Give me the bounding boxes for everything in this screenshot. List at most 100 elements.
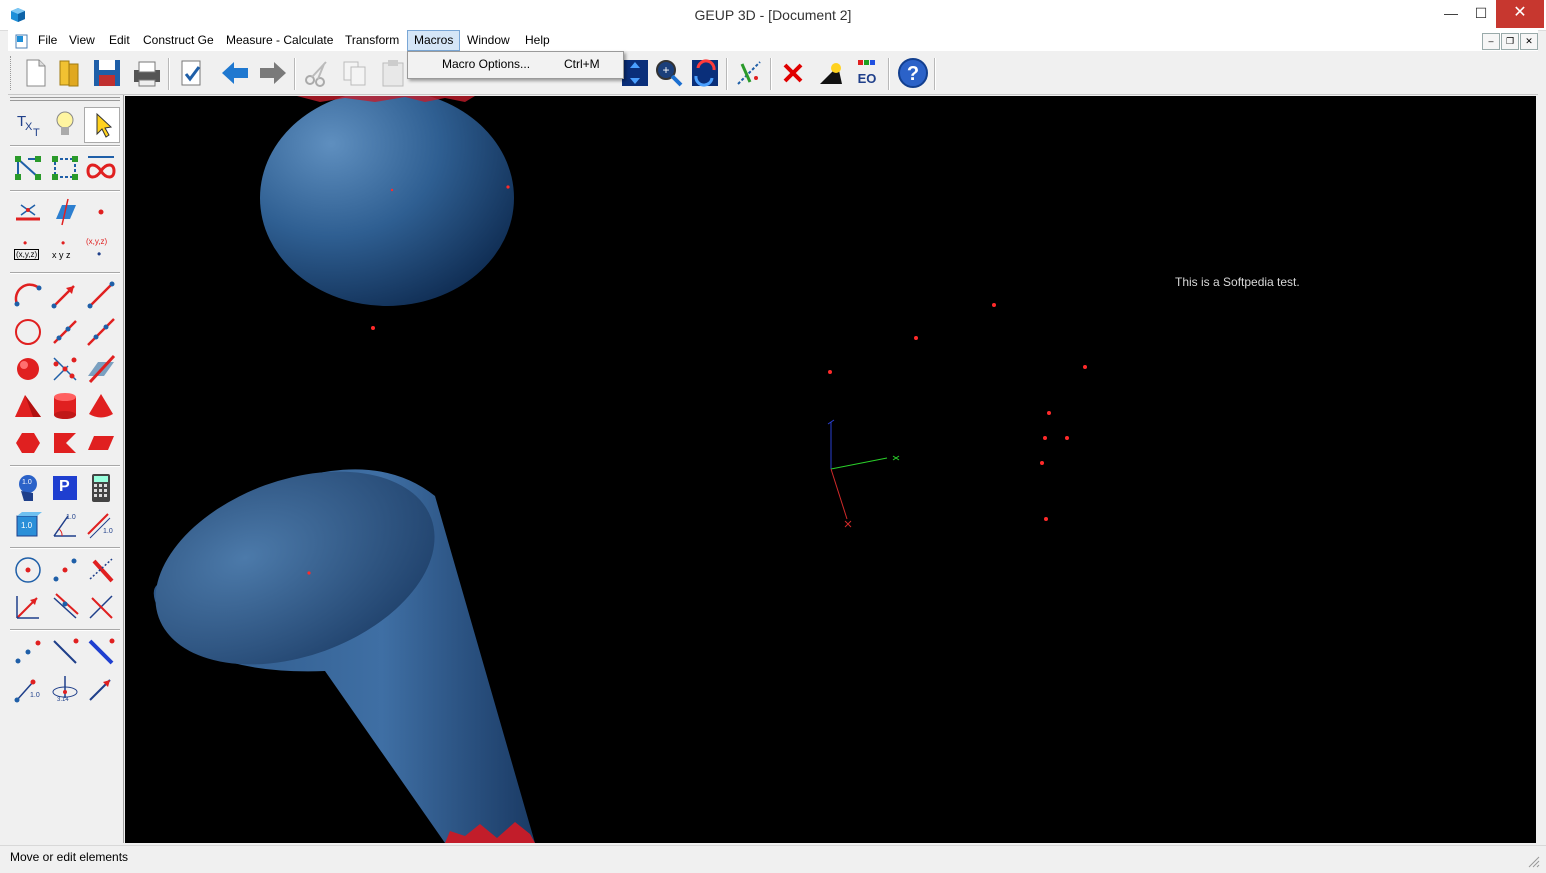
translate-vector-icon[interactable]	[11, 590, 45, 624]
circle-icon[interactable]	[11, 315, 45, 349]
lightbulb-icon[interactable]	[48, 107, 82, 141]
menu-transform[interactable]: Transform	[339, 30, 405, 51]
status-bar: Move or edit elements	[0, 845, 1546, 873]
ray-icon[interactable]	[48, 315, 82, 349]
midpoint-icon[interactable]	[48, 553, 82, 587]
menu-help[interactable]: Help	[519, 30, 556, 51]
text-tool-icon[interactable]: T X T	[11, 107, 45, 141]
scattered-points[interactable]	[371, 303, 1087, 521]
maximize-button[interactable]: ☐	[1466, 0, 1496, 28]
paste-icon[interactable]	[376, 56, 410, 90]
grid-nodes-icon[interactable]	[48, 151, 82, 185]
segment-icon[interactable]	[84, 278, 118, 312]
macro-options-item[interactable]: Macro Options... Ctrl+M	[410, 54, 619, 74]
delete-x-icon[interactable]	[776, 56, 810, 90]
calculator-icon[interactable]	[84, 471, 118, 505]
graph-nodes-icon[interactable]	[11, 151, 45, 185]
coordinate-point-icon[interactable]: • (x,y,z)	[11, 233, 45, 267]
doc-restore-button[interactable]: ❐	[1501, 33, 1519, 50]
arrow-vector-icon[interactable]	[84, 672, 118, 706]
plane-cut-icon[interactable]	[84, 352, 118, 386]
xyz-label-point-icon[interactable]: (x,y,z) •	[84, 233, 118, 267]
parallelogram-icon[interactable]	[84, 426, 118, 460]
plane-point-icon[interactable]	[48, 195, 82, 229]
parameter-p-icon[interactable]: P	[48, 471, 82, 505]
menu-window[interactable]: Window	[461, 30, 516, 51]
minimize-button[interactable]: —	[1436, 0, 1466, 28]
sphere-object[interactable]	[260, 96, 514, 306]
measure-head-icon[interactable]: 1.0	[11, 471, 45, 505]
length-measure-icon[interactable]: 1.0	[84, 508, 118, 542]
highlight-light-icon[interactable]	[814, 56, 848, 90]
properties-check-icon[interactable]	[174, 56, 208, 90]
distance-measure-icon[interactable]: 1.0	[11, 672, 45, 706]
cut-icon[interactable]	[300, 56, 334, 90]
svg-text:EO: EO	[858, 71, 877, 86]
menu-construct[interactable]: Construct Ge	[137, 30, 220, 51]
svg-text:+: +	[662, 63, 669, 77]
pyramid-icon[interactable]	[11, 389, 45, 423]
toolbar-separator	[888, 58, 890, 90]
palette-separator	[10, 465, 120, 467]
rotation-angle-icon[interactable]: 3.14	[48, 672, 82, 706]
cylinder-icon[interactable]	[48, 389, 82, 423]
help-icon[interactable]: ?	[896, 56, 930, 90]
xyz-point-icon[interactable]: • x y z	[48, 233, 82, 267]
doc-minimize-button[interactable]: –	[1482, 33, 1500, 50]
infinity-link-icon[interactable]	[84, 151, 118, 185]
menu-measure-calculate[interactable]: Measure - Calculate	[220, 30, 339, 51]
menu-file[interactable]: File	[32, 30, 63, 51]
redo-arrow-icon[interactable]	[256, 56, 290, 90]
vector-icon[interactable]	[48, 278, 82, 312]
collinear-points-icon[interactable]	[11, 635, 45, 669]
zoom-magnifier-icon[interactable]: +	[652, 56, 686, 90]
tool-palette: T X T • (x,y,z) • x y z (x,y,z) • 1.0 P …	[8, 95, 124, 843]
toolbar-separator	[934, 58, 936, 90]
resize-grip-icon[interactable]	[1526, 854, 1540, 868]
pointer-tool-icon[interactable]	[84, 107, 120, 143]
palette-separator	[10, 629, 120, 631]
3d-viewport[interactable]: This is a Softpedia test.	[125, 96, 1536, 843]
hexagon-icon[interactable]	[11, 426, 45, 460]
close-button[interactable]: ✕	[1496, 0, 1544, 28]
arc-icon[interactable]	[11, 278, 45, 312]
toolbar-separator	[168, 58, 170, 90]
new-document-icon[interactable]	[18, 56, 52, 90]
macros-dropdown-menu: Macro Options... Ctrl+M	[407, 51, 624, 79]
palette-grip[interactable]	[10, 97, 120, 101]
copy-icon[interactable]	[338, 56, 372, 90]
toolbar-grip[interactable]	[10, 56, 14, 90]
palette-separator	[10, 190, 120, 192]
save-icon[interactable]	[90, 56, 124, 90]
diagonal-line-icon[interactable]	[48, 635, 82, 669]
sphere-icon[interactable]	[11, 352, 45, 386]
visibility-toggle-icon[interactable]	[732, 56, 766, 90]
main-toolbar: + EO ?	[8, 52, 1538, 95]
perpendicular-bisector-icon[interactable]	[84, 553, 118, 587]
color-eo-icon[interactable]: EO	[850, 56, 884, 90]
cone-object[interactable]	[129, 436, 535, 843]
cone-icon[interactable]	[84, 389, 118, 423]
undo-arrow-icon[interactable]	[218, 56, 252, 90]
center-point-icon[interactable]	[11, 553, 45, 587]
doc-close-button[interactable]: ✕	[1520, 33, 1538, 50]
document-icon[interactable]	[14, 33, 30, 49]
projection-icon[interactable]	[84, 635, 118, 669]
volume-measure-icon[interactable]: 1.0	[11, 508, 45, 542]
menu-macros[interactable]: Macros	[407, 30, 461, 51]
perpendicular-line-icon[interactable]	[84, 590, 118, 624]
open-folder-icon[interactable]	[52, 56, 86, 90]
toolbar-separator	[726, 58, 728, 90]
polygon-icon[interactable]	[48, 426, 82, 460]
angle-measure-icon[interactable]: 1.0	[48, 508, 82, 542]
point-on-line-icon[interactable]	[11, 195, 45, 229]
print-icon[interactable]	[130, 56, 164, 90]
line-icon[interactable]	[84, 315, 118, 349]
canvas-text-annotation[interactable]: This is a Softpedia test.	[1175, 275, 1300, 289]
intersection-points-icon[interactable]	[48, 352, 82, 386]
rotate-view-icon[interactable]	[688, 56, 722, 90]
menu-edit[interactable]: Edit	[103, 30, 136, 51]
point-icon[interactable]	[84, 195, 118, 229]
parallel-line-icon[interactable]	[48, 590, 82, 624]
menu-view[interactable]: View	[63, 30, 101, 51]
